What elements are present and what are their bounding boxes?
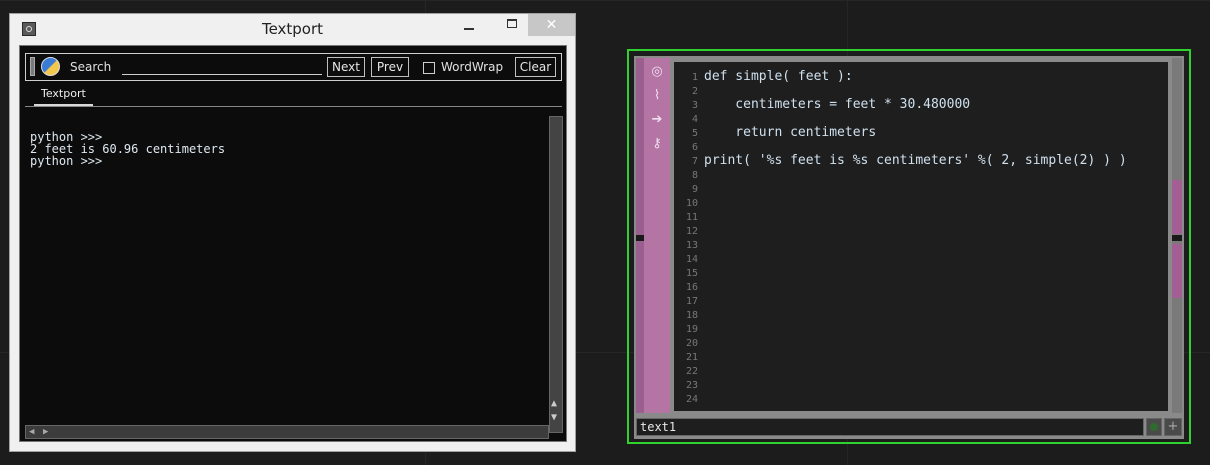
output-connector[interactable] xyxy=(1172,180,1182,234)
code-line: def simple( feet ): xyxy=(704,69,853,84)
line-number-gutter: 1 2 3 4 5 6 7 8 9 10 11 12 13 14 15 16 1… xyxy=(674,71,698,407)
line-number: 24 xyxy=(685,394,698,405)
line-number: 21 xyxy=(685,352,698,363)
arrow-right-icon[interactable]: ➔ xyxy=(649,112,665,128)
line-number: 13 xyxy=(685,240,698,251)
code-line: ​ xyxy=(704,112,1127,126)
line-number: 18 xyxy=(685,310,698,321)
prev-button[interactable]: Prev xyxy=(371,57,409,77)
line-number: 12 xyxy=(685,226,698,237)
console-line: 2 feet is 60.96 centimeters xyxy=(30,142,226,156)
textport-window: Textport ✕ Search Next Prev WordWrap Cle… xyxy=(9,13,576,452)
search-label: Search xyxy=(70,60,112,74)
output-notch xyxy=(1172,235,1182,241)
target-icon[interactable]: ◎ xyxy=(649,64,665,80)
line-number: 3 xyxy=(691,100,698,111)
code-text[interactable]: def simple( feet ):​ centimeters = feet … xyxy=(704,70,1127,168)
horizontal-scrollbar[interactable]: ◀ ▶ xyxy=(25,425,549,439)
expand-plus-icon[interactable]: + xyxy=(1164,418,1182,436)
line-number: 23 xyxy=(685,380,698,391)
line-number: 17 xyxy=(685,296,698,307)
code-line: ​ xyxy=(704,84,1127,98)
line-number: 5 xyxy=(691,128,698,139)
vertical-scrollbar[interactable]: ▲ ▼ xyxy=(549,116,563,433)
scroll-up-icon[interactable]: ▲ xyxy=(551,399,557,409)
textport-client: Search Next Prev WordWrap Clear Textport… xyxy=(19,45,567,442)
window-title: Textport xyxy=(261,20,324,38)
output-connector[interactable] xyxy=(1172,244,1182,298)
title-bar[interactable]: Textport ✕ xyxy=(10,14,575,44)
maximize-button[interactable] xyxy=(498,14,526,36)
input-notch xyxy=(636,235,644,241)
node-name: text1 xyxy=(640,420,677,434)
python-icon xyxy=(41,57,60,76)
code-line: return centimeters xyxy=(704,125,877,140)
scroll-right-icon[interactable]: ▶ xyxy=(43,427,48,437)
line-number: 6 xyxy=(691,142,698,153)
code-line: centimeters = feet * 30.480000 xyxy=(704,97,971,112)
viewer-toggle-button[interactable] xyxy=(1146,418,1162,436)
scroll-left-icon[interactable]: ◀ xyxy=(29,427,34,437)
line-number: 10 xyxy=(685,198,698,209)
scroll-down-icon[interactable]: ▼ xyxy=(551,413,557,423)
search-input[interactable] xyxy=(122,74,322,75)
line-number: 1 xyxy=(691,72,698,83)
key-icon[interactable]: ⚷ xyxy=(649,136,665,152)
wordwrap-label: WordWrap xyxy=(441,60,504,74)
node-name-field[interactable]: text1 xyxy=(636,418,1144,436)
console-line: python >>> xyxy=(30,154,103,168)
line-number: 8 xyxy=(691,170,698,181)
line-number: 14 xyxy=(685,254,698,265)
line-number: 16 xyxy=(685,282,698,293)
line-number: 4 xyxy=(691,114,698,125)
line-number: 22 xyxy=(685,366,698,377)
line-number: 15 xyxy=(685,268,698,279)
node-flag-bar: ◎ ⌇ ➔ ⚷ xyxy=(644,58,670,413)
minimize-button[interactable] xyxy=(455,14,483,36)
close-button[interactable]: ✕ xyxy=(528,14,575,36)
code-line: print( '%s feet is %s centimeters' %( 2,… xyxy=(704,153,1127,168)
line-number: 9 xyxy=(691,184,698,195)
toolbar-grip[interactable] xyxy=(30,57,35,76)
network-gridline xyxy=(0,0,1210,1)
next-button[interactable]: Next xyxy=(327,57,365,77)
console-output[interactable]: python >>> 2 feet is 60.96 centimeters pyt… xyxy=(30,131,542,431)
tab-textport[interactable]: Textport xyxy=(34,86,93,106)
pulse-icon[interactable]: ⌇ xyxy=(649,88,665,104)
line-number: 20 xyxy=(685,338,698,349)
line-number: 11 xyxy=(685,212,698,223)
code-editor[interactable]: 1 2 3 4 5 6 7 8 9 10 11 12 13 14 15 16 1… xyxy=(674,62,1168,411)
line-number: 19 xyxy=(685,324,698,335)
toolbar: Search Next Prev WordWrap Clear xyxy=(25,53,562,81)
line-number: 7 xyxy=(691,156,698,167)
wordwrap-checkbox[interactable] xyxy=(423,62,435,74)
code-line: ​ xyxy=(704,140,1127,154)
tab-divider xyxy=(25,106,562,107)
clear-button[interactable]: Clear xyxy=(515,57,556,77)
line-number: 2 xyxy=(691,86,698,97)
